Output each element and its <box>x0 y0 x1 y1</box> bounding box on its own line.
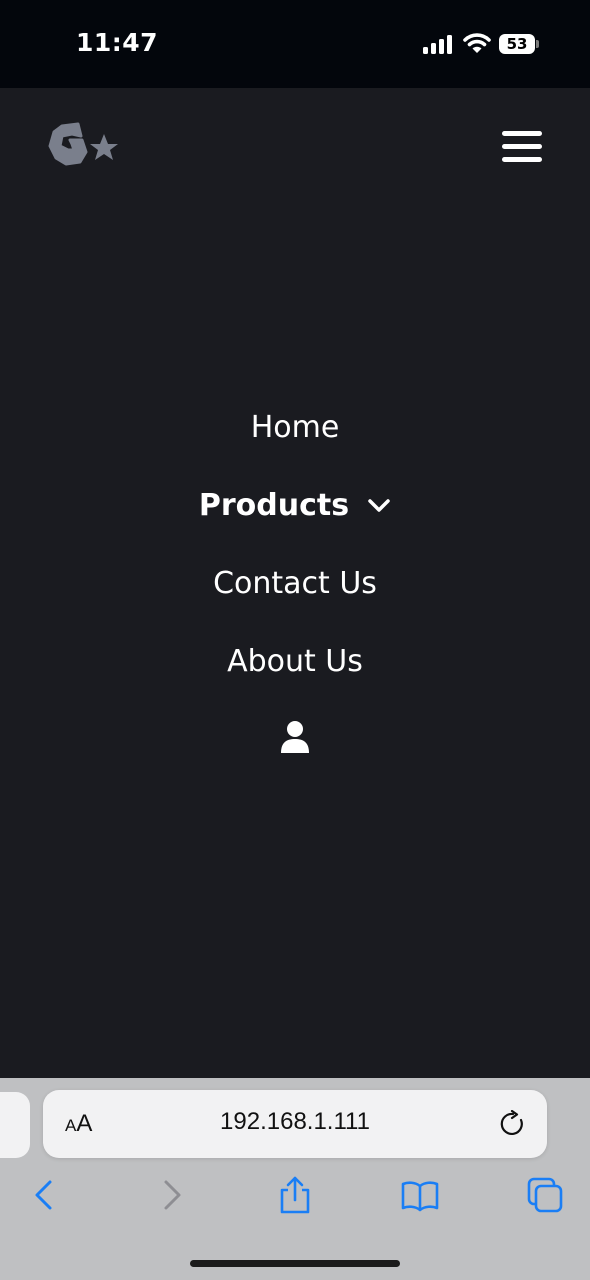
nav-item-label: About Us <box>227 644 363 679</box>
nav-item-home[interactable]: Home <box>0 410 590 445</box>
back-icon[interactable] <box>26 1176 66 1216</box>
home-indicator <box>190 1260 400 1267</box>
tabs-icon[interactable] <box>525 1176 565 1216</box>
previous-tab-peek[interactable] <box>0 1092 30 1158</box>
battery-level: 53 <box>506 35 528 53</box>
forward-icon[interactable] <box>152 1176 192 1216</box>
browser-toolbar: AA 192.168.1.111 <box>0 1078 590 1280</box>
hamburger-menu-icon[interactable] <box>500 128 544 166</box>
nav-item-label: Products <box>198 488 350 523</box>
reload-icon[interactable] <box>499 1110 527 1138</box>
share-icon[interactable] <box>275 1176 315 1216</box>
nav-item-label: Contact Us <box>213 566 377 601</box>
status-time: 11:47 <box>76 28 159 57</box>
nav-item-products[interactable]: Products <box>0 488 590 523</box>
bookmarks-icon[interactable] <box>400 1176 440 1216</box>
signal-icon <box>423 34 453 54</box>
battery-icon: 53 <box>499 34 539 54</box>
wifi-icon <box>463 33 491 53</box>
nav-item-label: Home <box>250 410 340 445</box>
nav-item-about-us[interactable]: About Us <box>0 644 590 679</box>
address-bar[interactable]: AA 192.168.1.111 <box>43 1090 547 1158</box>
user-icon[interactable] <box>279 720 311 754</box>
nav-item-contact-us[interactable]: Contact Us <box>0 566 590 601</box>
gear-star-logo-icon[interactable] <box>48 120 122 170</box>
app-content: Home Products Contact Us About Us <box>0 88 590 1078</box>
status-bar: 11:47 53 <box>0 0 590 88</box>
chevron-down-icon <box>368 498 390 512</box>
url-text[interactable]: 192.168.1.111 <box>43 1108 547 1136</box>
